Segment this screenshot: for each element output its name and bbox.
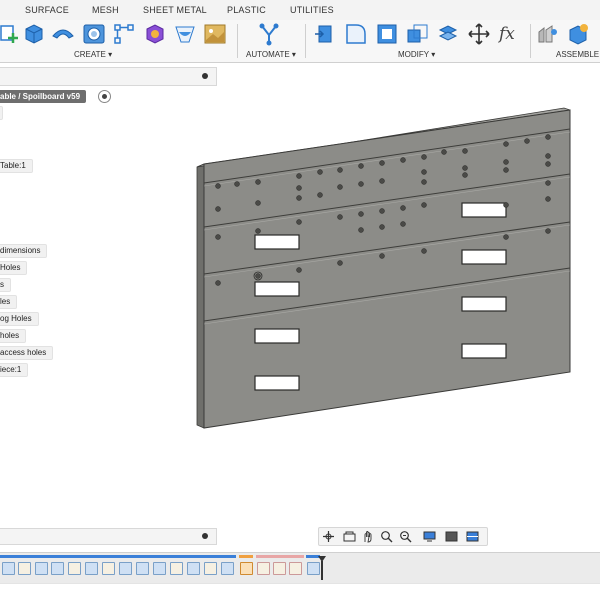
workspace-tab-bar: SURFACE MESH SHEET METAL PLASTIC UTILITI… [0,0,600,21]
status-bar [0,583,600,601]
toolbar-ribbon: CREATE ▾ AUTOMATE ▾ fx MODIFY ▾ ASSEMBLE [0,20,600,63]
pan-icon[interactable] [361,530,374,543]
revolve-icon[interactable] [51,22,75,46]
timeline-feature-icon[interactable] [119,562,132,575]
automate-group-label[interactable]: AUTOMATE ▾ [246,50,296,59]
tree-item-access-holes[interactable]: access holes [0,346,54,360]
activate-radio-icon[interactable] [98,90,111,103]
timeline-feature-icon[interactable] [35,562,48,575]
zoom-icon[interactable] [380,530,393,543]
create-group-label[interactable]: CREATE ▾ [74,50,112,59]
viewports-icon[interactable] [466,530,479,543]
timeline-pink-bar [256,555,304,558]
mesh-body-icon[interactable] [173,22,197,46]
toolbar-divider [237,24,238,58]
display-settings-icon[interactable] [423,530,436,543]
timeline-feature-icon[interactable] [68,562,81,575]
orbit-icon[interactable] [322,530,335,543]
insert-image-icon[interactable] [203,22,227,46]
timeline-feature-icon[interactable] [187,562,200,575]
spoilboard-model[interactable] [196,107,571,429]
timeline-feature-icon[interactable] [289,562,302,575]
tab-mesh[interactable]: MESH [92,5,119,15]
tree-item-holes-2[interactable]: holes [0,329,27,343]
timeline-feature-icon[interactable] [240,562,253,575]
tree-item-table[interactable]: Table:1 [0,159,33,173]
comments-options-icon[interactable] [202,533,208,539]
timeline-feature-icon[interactable] [221,562,234,575]
tree-row-stub [0,106,3,120]
timeline-feature-icon[interactable] [85,562,98,575]
tree-item-dimensions[interactable]: dimensions [0,244,48,258]
rectangular-pattern-icon[interactable] [112,22,136,46]
grid-settings-icon[interactable] [445,530,458,543]
timeline-blue-bar [0,555,236,558]
timeline[interactable] [0,552,600,583]
function-icon[interactable]: fx [499,22,523,46]
tree-item-dog-holes[interactable]: og Holes [0,312,39,326]
comments-panel-bar[interactable] [0,528,217,545]
timeline-feature-icon[interactable] [2,562,15,575]
navigation-toolbar [318,527,488,546]
scale-icon[interactable] [406,22,430,46]
fit-zoom-icon[interactable] [399,530,412,543]
tree-item-s[interactable]: s [0,278,11,292]
tab-surface[interactable]: SURFACE [25,5,69,15]
timeline-feature-icon[interactable] [170,562,183,575]
timeline-orange-bar [239,555,253,558]
timeline-feature-icon[interactable] [204,562,217,575]
timeline-feature-icon[interactable] [102,562,115,575]
form-icon[interactable] [143,22,167,46]
toolbar-divider [530,24,531,58]
press-pull-icon[interactable] [313,22,337,46]
tree-item-piece[interactable]: iece:1 [0,363,29,377]
assemble-group-label[interactable]: ASSEMBLE [556,50,599,59]
timeline-feature-icon[interactable] [51,562,64,575]
toolbar-divider [305,24,306,58]
new-component-icon[interactable] [566,22,590,46]
tab-sheet-metal[interactable]: SHEET METAL [143,5,207,15]
tree-item-les[interactable]: les [0,295,18,309]
shell-icon[interactable] [375,22,399,46]
timeline-feature-icon[interactable] [136,562,149,575]
look-at-icon[interactable] [343,530,356,543]
timeline-feature-icon[interactable] [257,562,270,575]
browser-options-icon[interactable] [202,73,208,79]
tab-utilities[interactable]: UTILITIES [290,5,334,15]
tree-item-holes[interactable]: Holes [0,261,28,275]
timeline-feature-icon[interactable] [153,562,166,575]
create-sketch-icon[interactable] [0,22,24,46]
automate-icon[interactable] [257,22,281,46]
combine-icon[interactable] [436,22,460,46]
timeline-feature-icon[interactable] [18,562,31,575]
browser-header[interactable] [0,67,217,86]
extrude-icon[interactable] [22,22,46,46]
tab-plastic[interactable]: PLASTIC [227,5,266,15]
viewport-canvas[interactable] [190,100,580,440]
active-component-label[interactable]: able / Spoilboard v59 [0,90,87,103]
timeline-marker-icon[interactable] [318,556,326,580]
move-icon[interactable] [467,22,491,46]
hole-icon[interactable] [82,22,106,46]
fillet-icon[interactable] [344,22,368,46]
joint-icon[interactable] [536,22,560,46]
modify-group-label[interactable]: MODIFY ▾ [398,50,435,59]
timeline-feature-icon[interactable] [273,562,286,575]
